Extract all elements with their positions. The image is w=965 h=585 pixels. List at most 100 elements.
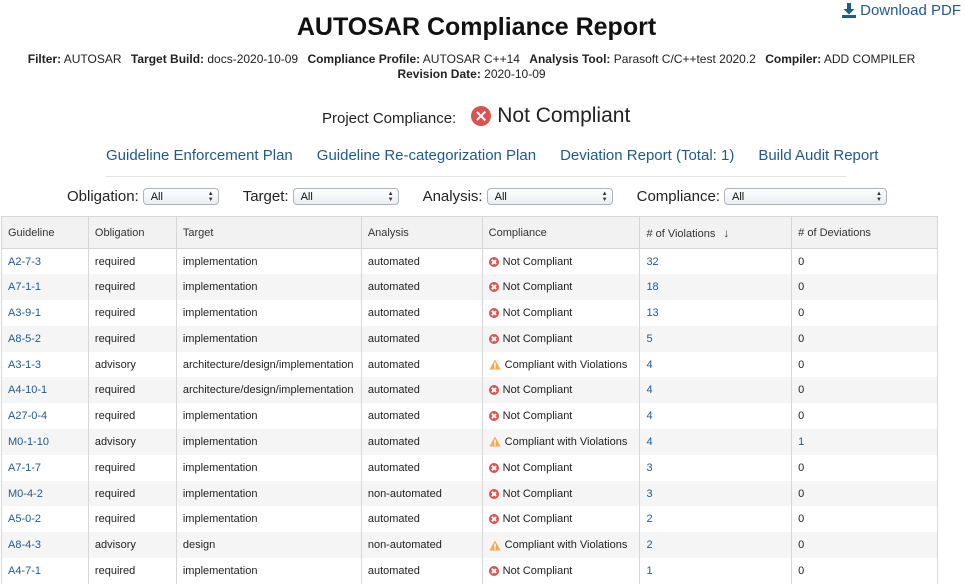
deviations-cell[interactable]: 1 (791, 429, 938, 455)
guideline-cell[interactable]: A8-5-2 (1, 325, 89, 352)
analysis-cell: automated (361, 274, 483, 301)
violations-cell[interactable]: 2 (639, 532, 793, 559)
violations-cell[interactable]: 4 (639, 377, 793, 404)
obligation-select-value: All (150, 190, 163, 203)
violations-link[interactable]: 4 (646, 359, 652, 371)
violations-link[interactable]: 3 (646, 462, 652, 474)
target-cell: architecture/design/implementation (176, 351, 362, 378)
column-header-compliance[interactable]: Compliance (482, 216, 641, 249)
guideline-link[interactable]: A27-0-4 (8, 410, 47, 422)
guideline-link[interactable]: M0-4-2 (8, 488, 43, 500)
violations-link[interactable]: 5 (646, 333, 652, 345)
build-audit-report-link[interactable]: Build Audit Report (758, 147, 878, 164)
guideline-link[interactable]: A7-1-7 (8, 462, 41, 474)
target-cell: implementation (176, 506, 362, 533)
compliance-status-label: Compliant with Violations (504, 358, 628, 371)
guideline-cell[interactable]: A8-4-3 (1, 532, 89, 559)
guideline-cell[interactable]: A5-0-2 (1, 506, 89, 533)
guideline-cell[interactable]: A7-1-7 (1, 454, 89, 481)
guideline-cell[interactable]: M0-1-10 (1, 429, 89, 455)
deviation-report-link[interactable]: Deviation Report (Total: 1) (560, 147, 734, 164)
guideline-link[interactable]: A4-10-1 (8, 384, 47, 396)
guideline-link[interactable]: A8-5-2 (8, 333, 41, 345)
compiler-label: Compiler: (765, 52, 822, 66)
column-header-guideline[interactable]: Guideline (1, 216, 89, 249)
revision-date-label: Revision Date: (397, 67, 481, 81)
obligation-cell: advisory (88, 429, 177, 455)
target-cell: implementation (176, 480, 362, 507)
target-filter: Target: All ▲ ▼ (243, 188, 399, 205)
deviations-cell: 0 (791, 506, 938, 533)
guideline-link[interactable]: A2-7-3 (8, 256, 41, 268)
guideline-cell[interactable]: A2-7-3 (1, 248, 89, 275)
error-icon (488, 333, 499, 344)
guideline-cell[interactable]: A7-1-1 (1, 274, 89, 301)
target-cell: implementation (176, 429, 362, 455)
select-arrows-icon: ▲ ▼ (207, 191, 214, 203)
guideline-cell[interactable]: M0-4-2 (1, 480, 89, 507)
compliance-cell: Compliant with Violations (482, 532, 641, 559)
deviations-cell: 0 (791, 248, 938, 275)
guideline-link[interactable]: A5-0-2 (8, 513, 41, 525)
warning-icon (489, 540, 501, 551)
column-header-violations[interactable]: # of Violations ↓ (639, 216, 793, 249)
guideline-cell[interactable]: A3-1-3 (1, 351, 89, 378)
deviations-cell: 0 (791, 558, 938, 584)
target-select[interactable]: All ▲ ▼ (292, 188, 399, 205)
violations-cell[interactable]: 3 (639, 480, 793, 507)
deviations-link[interactable]: 1 (798, 436, 804, 448)
violations-link[interactable]: 3 (646, 488, 652, 500)
violations-link[interactable]: 4 (646, 410, 652, 422)
violations-link[interactable]: 32 (646, 256, 658, 268)
table-row: M0-1-10 advisory implementation automated Co… (1, 429, 938, 455)
violations-cell[interactable]: 4 (639, 429, 793, 455)
violations-cell[interactable]: 18 (639, 274, 793, 301)
target-filter-label: Target: (242, 188, 289, 205)
violations-link[interactable]: 4 (646, 436, 652, 448)
violations-cell[interactable]: 13 (639, 300, 793, 326)
error-icon (488, 411, 499, 422)
violations-link[interactable]: 4 (646, 384, 652, 396)
violations-cell[interactable]: 3 (639, 454, 793, 481)
guideline-link[interactable]: A3-9-1 (8, 307, 41, 319)
guideline-recategorization-plan-link[interactable]: Guideline Re-categorization Plan (317, 147, 536, 164)
guideline-cell[interactable]: A3-9-1 (1, 300, 89, 326)
violations-link[interactable]: 18 (646, 281, 658, 293)
guideline-link[interactable]: A8-4-3 (8, 539, 41, 551)
warning-icon (489, 359, 501, 370)
obligation-select[interactable]: All ▲ ▼ (142, 188, 219, 205)
column-header-analysis[interactable]: Analysis (361, 216, 483, 249)
violations-link[interactable]: 2 (646, 539, 652, 551)
guideline-link[interactable]: M0-1-10 (8, 436, 49, 448)
analysis-cell: automated (361, 325, 483, 352)
guideline-link[interactable]: A7-1-1 (8, 281, 41, 293)
violations-cell[interactable]: 2 (639, 506, 793, 533)
guideline-enforcement-plan-link[interactable]: Guideline Enforcement Plan (106, 147, 293, 164)
analysis-select[interactable]: All ▲ ▼ (486, 188, 613, 205)
violations-link[interactable]: 13 (646, 307, 658, 319)
guideline-cell[interactable]: A27-0-4 (1, 403, 89, 430)
error-icon (471, 106, 492, 126)
compliance-select-value: All (731, 190, 745, 203)
violations-cell[interactable]: 4 (639, 403, 793, 430)
violations-cell[interactable]: 5 (639, 325, 793, 352)
compliance-cell: Not Compliant (482, 558, 641, 584)
violations-link[interactable]: 2 (646, 513, 652, 525)
target-cell: implementation (176, 325, 362, 352)
compliance-select[interactable]: All ▲ ▼ (723, 188, 887, 205)
violations-cell[interactable]: 1 (639, 558, 793, 584)
compliance-cell: Not Compliant (482, 480, 641, 507)
guideline-cell[interactable]: A4-10-1 (1, 377, 89, 404)
guideline-cell[interactable]: A4-7-1 (1, 558, 89, 584)
deviations-cell: 0 (791, 454, 938, 481)
violations-cell[interactable]: 32 (639, 248, 793, 275)
compliance-cell: Not Compliant (482, 300, 641, 326)
guideline-link[interactable]: A4-7-1 (8, 565, 41, 577)
violations-link[interactable]: 1 (646, 565, 652, 577)
column-header-deviations[interactable]: # of Deviations (791, 216, 938, 249)
target-cell: architecture/design/implementation (176, 377, 362, 404)
violations-cell[interactable]: 4 (639, 351, 793, 378)
column-header-obligation[interactable]: Obligation (88, 216, 177, 249)
guideline-link[interactable]: A3-1-3 (8, 359, 41, 371)
column-header-target[interactable]: Target (176, 216, 362, 249)
